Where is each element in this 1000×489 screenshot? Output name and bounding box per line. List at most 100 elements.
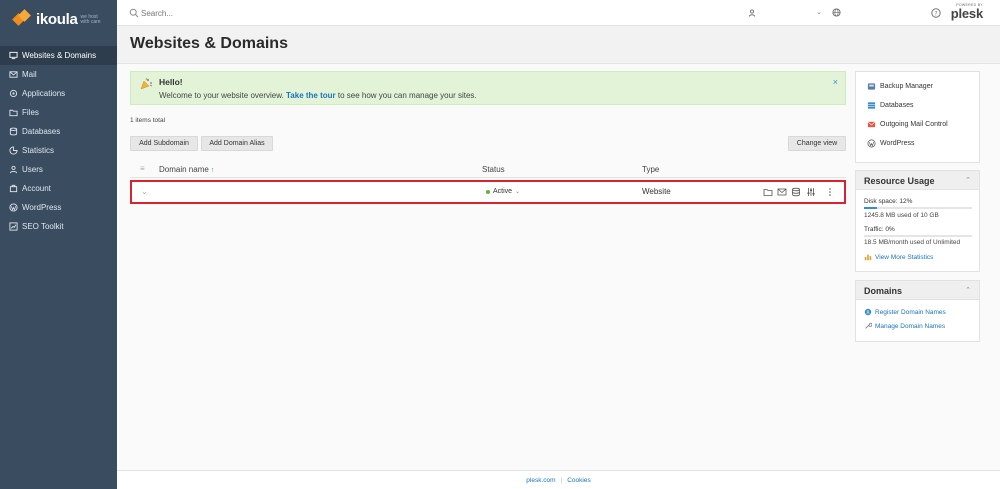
panel-title: Domains — [864, 286, 903, 296]
resource-usage-panel: Resource Usage ⌃ Disk space: 12% 1245.8 … — [855, 170, 980, 272]
disk-space-label: Disk space: 12% — [864, 198, 913, 205]
plesk-logo: POWERED BY plesk — [950, 3, 983, 21]
register-domain-names-link[interactable]: R Register Domain Names — [864, 308, 946, 316]
disk-space-bar-fill — [864, 207, 877, 209]
svg-text:?: ? — [934, 10, 937, 17]
sidebar-item-seo-toolkit[interactable]: SEO Toolkit — [0, 217, 117, 236]
sidebar-item-label: WordPress — [22, 203, 62, 212]
panel-title: Resource Usage — [864, 176, 935, 186]
backup-icon — [867, 83, 876, 90]
chevron-down-icon: ⌄ — [515, 189, 521, 195]
table-row[interactable]: ⌄ Active ⌄ Website — [130, 180, 846, 204]
seo-icon — [8, 222, 18, 232]
monitor-icon — [8, 51, 18, 61]
sidebar-item-statistics[interactable]: Statistics — [0, 141, 117, 160]
sort-arrow-icon: ↑ — [210, 167, 215, 174]
quick-link-backup-manager[interactable]: Backup Manager — [867, 82, 933, 91]
select-all-checkbox[interactable]: ≡ — [140, 164, 145, 173]
items-total: 1 items total — [130, 117, 166, 124]
status-dropdown[interactable]: Active ⌄ — [486, 188, 520, 195]
sidebar-item-label: Applications — [22, 89, 66, 98]
wordpress-icon — [867, 139, 876, 148]
sidebar-item-label: Websites & Domains — [22, 51, 97, 60]
applications-icon — [8, 89, 18, 99]
chevron-down-icon[interactable]: ⌄ — [141, 187, 148, 196]
mail-icon[interactable] — [777, 187, 787, 197]
party-popper-icon — [140, 77, 153, 90]
search-icon — [129, 8, 139, 18]
sidebar-item-websites-domains[interactable]: Websites & Domains — [0, 46, 117, 65]
traffic-bar — [864, 235, 972, 237]
database-icon[interactable] — [791, 187, 801, 197]
page-title: Websites & Domains — [130, 35, 288, 52]
help-icon[interactable]: ? — [931, 8, 941, 18]
wordpress-icon — [8, 203, 18, 213]
panel-header[interactable]: Resource Usage ⌃ — [856, 171, 979, 190]
user-account-icon[interactable] — [748, 9, 756, 17]
welcome-banner: Hello! Welcome to your website overview.… — [130, 71, 846, 105]
view-more-statistics-link[interactable]: View More Statistics — [864, 253, 933, 261]
sidebar-item-users[interactable]: Users — [0, 160, 117, 179]
column-header-domain-name[interactable]: Domain name ↑ — [159, 165, 214, 174]
add-domain-alias-button[interactable]: Add Domain Alias — [201, 136, 273, 151]
add-subdomain-button[interactable]: Add Subdomain — [130, 136, 198, 151]
settings-sliders-icon[interactable] — [806, 187, 816, 197]
sidebar-item-label: Mail — [22, 70, 37, 79]
quick-link-outgoing-mail-control[interactable]: Outgoing Mail Control — [867, 120, 948, 129]
disk-space-bar — [864, 207, 972, 209]
mail-control-icon — [867, 121, 876, 128]
change-view-button[interactable]: Change view — [788, 136, 846, 151]
column-header-type[interactable]: Type — [642, 165, 659, 174]
wrench-icon — [865, 322, 872, 329]
active-status-dot — [486, 189, 490, 194]
quick-link-databases[interactable]: Databases — [867, 101, 913, 110]
footer-separator: | — [560, 476, 563, 484]
file-manager-icon[interactable] — [763, 187, 773, 197]
brand-tagline: we host with care — [80, 14, 101, 25]
sidebar-item-label: Files — [22, 108, 39, 117]
sidebar-nav: Websites & Domains Mail Applications Fil… — [0, 46, 117, 236]
svg-text:R: R — [866, 310, 869, 316]
take-tour-link[interactable]: Take the tour — [286, 91, 336, 100]
sidebar-item-mail[interactable]: Mail — [0, 65, 117, 84]
close-icon[interactable]: × — [833, 77, 838, 87]
disk-space-detail: 1245.8 MB used of 10 GB — [864, 212, 939, 219]
manage-domain-names-link[interactable]: Manage Domain Names — [864, 322, 945, 330]
sidebar-item-databases[interactable]: Databases — [0, 122, 117, 141]
brand-logo[interactable]: ikoula we host with care — [0, 0, 117, 38]
sidebar-item-account[interactable]: Account — [0, 179, 117, 198]
welcome-text: Welcome to your website overview. Take t… — [159, 91, 477, 100]
more-options-icon[interactable] — [825, 187, 835, 197]
globe-icon: R — [864, 308, 872, 316]
brand-name: ikoula — [36, 10, 78, 28]
topbar: ⌄ ? POWERED BY plesk — [117, 0, 1000, 26]
sidebar-item-wordpress[interactable]: WordPress — [0, 198, 117, 217]
bar-chart-icon — [864, 254, 872, 261]
panel-header[interactable]: Domains ⌃ — [856, 281, 979, 300]
sidebar-item-label: Users — [22, 165, 43, 174]
cookies-link[interactable]: Cookies — [567, 477, 590, 484]
sidebar-item-files[interactable]: Files — [0, 103, 117, 122]
quick-link-wordpress[interactable]: WordPress — [867, 139, 915, 148]
database-icon — [8, 127, 18, 137]
traffic-detail: 18.5 MB/month used of Unlimited — [864, 239, 961, 246]
sidebar: ikoula we host with care Websites & Domai… — [0, 0, 117, 489]
globe-icon[interactable] — [832, 8, 841, 17]
search-input[interactable] — [141, 6, 341, 20]
sidebar-item-label: SEO Toolkit — [22, 222, 64, 231]
welcome-title: Hello! — [159, 77, 183, 87]
plesk-com-link[interactable]: plesk.com — [526, 477, 555, 484]
column-header-status[interactable]: Status — [482, 165, 505, 174]
traffic-label: Traffic: 0% — [864, 226, 895, 233]
folder-icon — [8, 108, 18, 118]
sidebar-item-label: Statistics — [22, 146, 55, 155]
domains-panel: Domains ⌃ R Register Domain Names Manage… — [855, 280, 980, 342]
ikoula-logo-icon — [12, 9, 32, 28]
chevron-up-icon[interactable]: ⌃ — [965, 176, 971, 184]
mail-icon — [8, 70, 18, 80]
sidebar-item-label: Databases — [22, 127, 61, 136]
sidebar-item-applications[interactable]: Applications — [0, 84, 117, 103]
chevron-down-icon[interactable]: ⌄ — [816, 8, 822, 16]
chevron-up-icon[interactable]: ⌃ — [965, 286, 971, 294]
user-icon — [8, 165, 18, 175]
